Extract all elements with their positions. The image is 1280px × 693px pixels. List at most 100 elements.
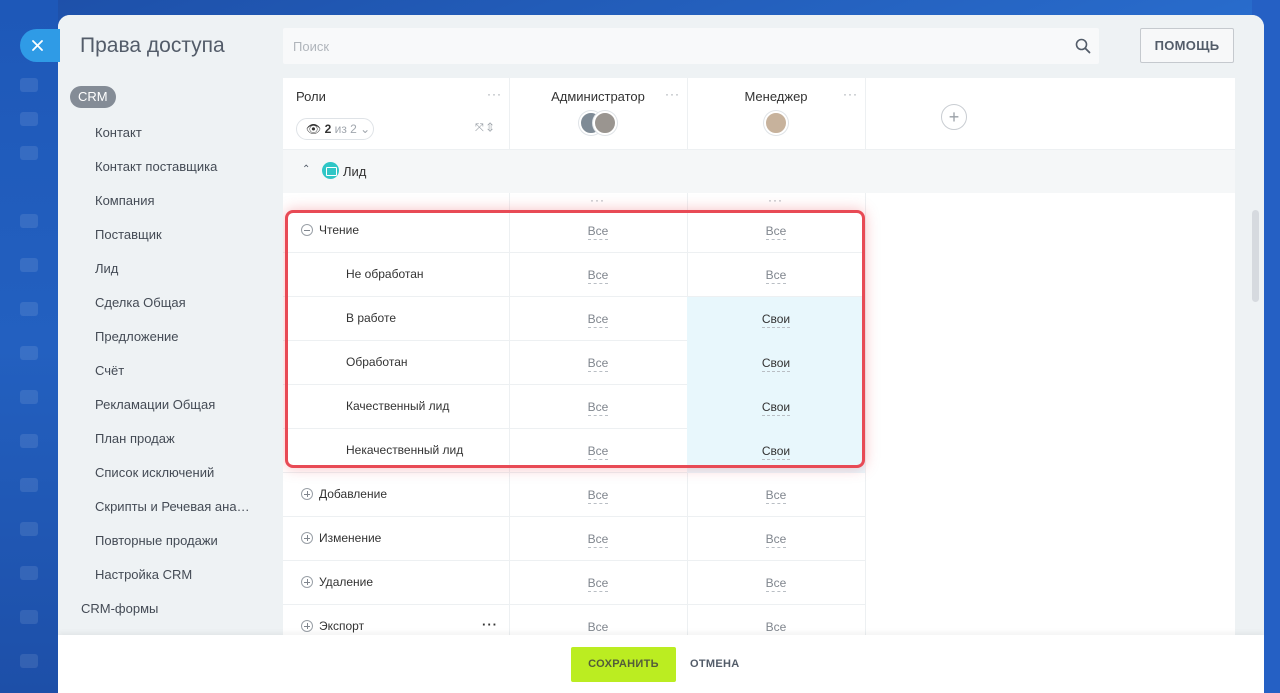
sidebar-item-contact[interactable]: Контакт bbox=[95, 125, 265, 140]
background-icon bbox=[20, 346, 38, 360]
cell-manager[interactable]: Свои bbox=[687, 341, 865, 385]
cell-value: Все bbox=[765, 576, 787, 592]
expand-icon[interactable] bbox=[301, 620, 313, 632]
cell-admin[interactable]: Все bbox=[509, 429, 687, 473]
footer-bar: СОХРАНИТЬ ОТМЕНА bbox=[58, 635, 1264, 693]
row-label: Добавление bbox=[319, 487, 387, 501]
cell-manager[interactable]: Все bbox=[687, 473, 865, 517]
sidebar-item-supplier-contact[interactable]: Контакт поставщика bbox=[95, 159, 265, 174]
page-title: Права доступа bbox=[80, 34, 225, 57]
add-role-button[interactable]: + bbox=[941, 104, 967, 130]
row-label: Некачественный лид bbox=[346, 443, 464, 457]
cancel-button[interactable]: ОТМЕНА bbox=[690, 647, 739, 682]
search-input[interactable] bbox=[283, 28, 1099, 64]
sidebar-item-crm-settings[interactable]: Настройка CRM bbox=[95, 567, 265, 582]
permission-row-delete: Удаление Все Все bbox=[283, 561, 865, 605]
cell-manager[interactable]: Все bbox=[687, 561, 865, 605]
background-icon bbox=[20, 112, 38, 126]
sidebar-item-lead[interactable]: Лид bbox=[95, 261, 265, 276]
cell-manager[interactable]: Свои bbox=[687, 297, 865, 341]
sidebar-crm-badge[interactable]: CRM bbox=[70, 86, 116, 108]
cell-admin[interactable]: Все bbox=[509, 253, 687, 297]
cell-value: Все bbox=[765, 224, 787, 240]
expand-icon[interactable] bbox=[301, 576, 313, 588]
sidebar-item-repeat-sales[interactable]: Повторные продажи bbox=[95, 533, 265, 548]
background-icon bbox=[20, 434, 38, 448]
cell-manager[interactable]: Все bbox=[687, 209, 865, 253]
cell-admin[interactable]: Все bbox=[509, 297, 687, 341]
permissions-table: Роли ··· 👁︎ 2 из 2 ⌄ ⤧ ⇕ Администратор ·… bbox=[283, 78, 1235, 635]
column-manager-more-icon[interactable]: ··· bbox=[843, 87, 858, 101]
cell-admin[interactable]: Все bbox=[509, 473, 687, 517]
cell-value: Все bbox=[587, 488, 609, 504]
column-actions-row: ··· ··· bbox=[283, 193, 1235, 209]
section-lead-label: Лид bbox=[343, 164, 367, 179]
cell-value: Все bbox=[587, 224, 609, 240]
row-label: Качественный лид bbox=[346, 399, 450, 413]
chevron-up-icon[interactable]: ⌃ bbox=[302, 164, 310, 175]
sidebar-item-claims[interactable]: Рекламации Общая bbox=[95, 397, 265, 412]
manager-column-actions-icon[interactable]: ··· bbox=[768, 193, 783, 207]
cell-value: Все bbox=[587, 356, 609, 372]
cell-manager[interactable]: Все bbox=[687, 253, 865, 297]
row-label: В работе bbox=[346, 311, 397, 325]
sidebar-item-supplier[interactable]: Поставщик bbox=[95, 227, 265, 242]
background-icon bbox=[20, 610, 38, 624]
expand-icon[interactable] bbox=[301, 532, 313, 544]
scrollbar[interactable] bbox=[1252, 210, 1259, 302]
avatar bbox=[593, 111, 617, 135]
sidebar-item-invoice[interactable]: Счёт bbox=[95, 363, 265, 378]
cell-manager[interactable]: Свои bbox=[687, 385, 865, 429]
help-button[interactable]: ПОМОЩЬ bbox=[1140, 28, 1234, 63]
row-label: Изменение bbox=[319, 531, 382, 545]
sidebar-item-company[interactable]: Компания bbox=[95, 193, 265, 208]
sidebar-item-exclusions[interactable]: Список исключений bbox=[95, 465, 265, 480]
background-icon bbox=[20, 390, 38, 404]
cell-manager[interactable]: Свои bbox=[687, 429, 865, 473]
collapse-icon[interactable] bbox=[301, 224, 313, 236]
cell-admin[interactable]: Все bbox=[509, 561, 687, 605]
search-box[interactable] bbox=[283, 28, 1099, 64]
background-icon bbox=[20, 258, 38, 272]
cell-value: Свои bbox=[761, 312, 791, 328]
permission-row-add: Добавление Все Все bbox=[283, 473, 865, 517]
background-icon bbox=[20, 146, 38, 160]
row-label: Экспорт bbox=[319, 619, 365, 633]
roles-more-icon[interactable]: ··· bbox=[487, 87, 502, 101]
cell-manager[interactable]: Все bbox=[687, 605, 865, 635]
permission-row-unqualified-lead: Некачественный лид Все Свои bbox=[283, 429, 865, 473]
background-icon bbox=[20, 522, 38, 536]
roles-visibility-counter[interactable]: 👁︎ 2 из 2 ⌄ bbox=[296, 118, 374, 140]
sidebar-item-deal[interactable]: Сделка Общая bbox=[95, 295, 265, 310]
avatar bbox=[764, 111, 788, 135]
column-admin-title: Администратор bbox=[551, 89, 645, 104]
cell-admin[interactable]: Все bbox=[509, 517, 687, 561]
expand-icon[interactable] bbox=[301, 488, 313, 500]
cell-admin[interactable]: Все bbox=[509, 341, 687, 385]
cell-admin[interactable]: Все bbox=[509, 605, 687, 635]
search-icon[interactable] bbox=[1075, 38, 1091, 54]
eye-icon: 👁︎ bbox=[306, 122, 322, 136]
column-admin-more-icon[interactable]: ··· bbox=[665, 87, 680, 101]
admin-column-actions-icon[interactable]: ··· bbox=[590, 193, 605, 207]
sidebar-item-scripts[interactable]: Скрипты и Речевая ана… bbox=[95, 499, 265, 514]
permission-row-export: Экспорт ··· Все Все bbox=[283, 605, 865, 635]
save-button[interactable]: СОХРАНИТЬ bbox=[571, 647, 676, 682]
permission-row-qualified-lead: Качественный лид Все Свои bbox=[283, 385, 865, 429]
sidebar-item-sales-plan[interactable]: План продаж bbox=[95, 431, 265, 446]
expand-collapse-icon[interactable]: ⤧ ⇕ bbox=[475, 122, 493, 135]
cell-admin[interactable]: Все bbox=[509, 385, 687, 429]
row-more-icon[interactable]: ··· bbox=[482, 617, 498, 632]
cell-value: Все bbox=[765, 488, 787, 504]
access-rights-slider: Права доступа ПОМОЩЬ CRM Контакт Контакт… bbox=[58, 15, 1264, 693]
cell-value: Все bbox=[587, 444, 609, 460]
cell-admin[interactable]: Все bbox=[509, 209, 687, 253]
lead-icon bbox=[322, 162, 339, 179]
close-button[interactable] bbox=[20, 29, 60, 62]
section-lead[interactable]: ⌃ Лид bbox=[283, 150, 1235, 193]
sidebar-item-quote[interactable]: Предложение bbox=[95, 329, 265, 344]
background-icon bbox=[20, 566, 38, 580]
cell-manager[interactable]: Все bbox=[687, 517, 865, 561]
sidebar-item-crm-forms[interactable]: CRM-формы bbox=[81, 601, 251, 616]
cell-value: Все bbox=[587, 620, 609, 635]
